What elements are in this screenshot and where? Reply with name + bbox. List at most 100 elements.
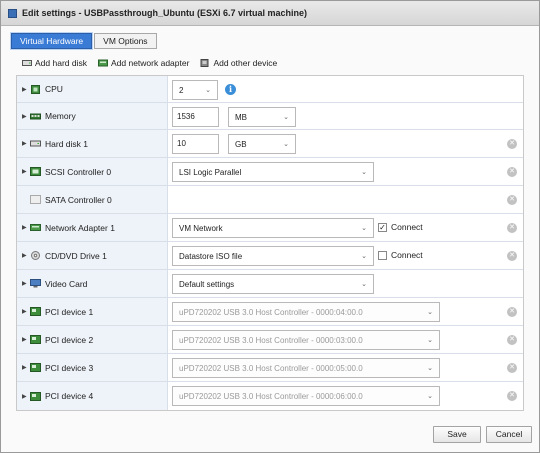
add-hard-disk-button[interactable]: Add hard disk — [22, 58, 87, 68]
device-label: Hard disk 1 — [45, 138, 88, 149]
remove-device-icon[interactable]: ✕ — [507, 139, 517, 149]
device-label: SCSI Controller 0 — [45, 166, 112, 177]
device-label: PCI device 4 — [45, 391, 94, 401]
pci-device-select[interactable]: uPD720202 USB 3.0 Host Controller - 0000… — [172, 386, 440, 406]
scsi-type-select[interactable]: LSI Logic Parallel ⌄ — [172, 162, 374, 182]
scsi-type-value: LSI Logic Parallel — [179, 167, 242, 177]
pci-device-value: uPD720202 USB 3.0 Host Controller - 0000… — [179, 363, 363, 373]
device-row-sata-controller: SATA Controller 0 ✕ — [17, 186, 523, 214]
expand-arrow-icon[interactable]: ▶ — [22, 364, 30, 371]
vm-window-icon — [8, 8, 17, 18]
chevron-down-icon: ⌄ — [427, 337, 433, 344]
chevron-down-icon: ⌄ — [283, 141, 289, 148]
remove-device-icon[interactable]: ✕ — [507, 251, 517, 261]
chevron-down-icon: ⌄ — [361, 225, 367, 232]
connect-label: Connect — [391, 222, 423, 232]
chevron-down-icon: ⌄ — [361, 253, 367, 260]
add-network-adapter-button[interactable]: Add network adapter — [97, 58, 190, 68]
window-title: Edit settings - USBPassthrough_Ubuntu (E… — [22, 8, 308, 18]
expand-arrow-icon[interactable]: ▶ — [22, 168, 30, 175]
hard-disk-size-input[interactable]: 10 — [172, 134, 219, 154]
expand-arrow-icon[interactable]: ▶ — [22, 252, 30, 259]
cpu-count-select[interactable]: 2 ⌄ — [172, 80, 218, 100]
add-other-device-button[interactable]: Add other device — [200, 58, 277, 68]
cd-dvd-icon — [31, 251, 40, 260]
hard-disk-unit-select[interactable]: GB ⌄ — [228, 134, 296, 154]
hard-disk-icon — [22, 60, 32, 66]
cpu-count-value: 2 — [179, 85, 184, 95]
expand-arrow-icon[interactable]: ▶ — [22, 86, 30, 93]
pci-device-select[interactable]: uPD720202 USB 3.0 Host Controller - 0000… — [172, 358, 440, 378]
network-select[interactable]: VM Network ⌄ — [172, 218, 374, 238]
device-label: CD/DVD Drive 1 — [45, 250, 107, 261]
chevron-down-icon: ⌄ — [427, 309, 433, 316]
checkbox-unchecked-icon — [378, 250, 387, 260]
tab-vm-options[interactable]: VM Options — [94, 33, 157, 49]
add-other-device-label: Add other device — [213, 58, 278, 68]
pci-device-value: uPD720202 USB 3.0 Host Controller - 0000… — [179, 391, 363, 401]
tab-virtual-hardware[interactable]: Virtual Hardware — [11, 33, 93, 49]
device-row-cdrom: ▶ CD/DVD Drive 1 Datastore ISO file ⌄ Co… — [17, 242, 523, 270]
device-row-pci-2: ▶ PCI device 2 uPD720202 USB 3.0 Host Co… — [17, 326, 523, 354]
remove-device-icon[interactable]: ✕ — [507, 335, 517, 345]
cdrom-connect-checkbox[interactable]: Connect — [378, 250, 423, 260]
expand-arrow-icon[interactable]: ▶ — [22, 140, 30, 147]
expand-arrow-icon[interactable]: ▶ — [22, 308, 30, 315]
remove-device-icon[interactable]: ✕ — [507, 167, 517, 177]
pci-device-icon — [30, 307, 41, 316]
chevron-down-icon: ⌄ — [283, 114, 289, 121]
pci-device-value: uPD720202 USB 3.0 Host Controller - 0000… — [179, 307, 363, 317]
hard-disk-icon — [30, 140, 41, 147]
chevron-down-icon: ⌄ — [361, 169, 367, 176]
cancel-button[interactable]: Cancel — [486, 426, 532, 443]
device-row-hard-disk: ▶ Hard disk 1 10 GB ⌄ ✕ — [17, 130, 523, 158]
memory-unit-select[interactable]: MB ⌄ — [228, 107, 296, 127]
chevron-down-icon: ⌄ — [427, 393, 433, 400]
hard-disk-unit-value: GB — [235, 139, 247, 149]
device-row-network-adapter: ▶ Network Adapter 1 VM Network ⌄ ✓ Conne… — [17, 214, 523, 242]
remove-device-icon[interactable]: ✕ — [507, 391, 517, 401]
expand-arrow-icon[interactable]: ▶ — [22, 336, 30, 343]
device-label: PCI device 2 — [45, 334, 94, 345]
network-adapter-icon — [30, 224, 41, 231]
sata-controller-icon — [30, 195, 41, 204]
remove-device-icon[interactable]: ✕ — [507, 307, 517, 317]
device-row-pci-3: ▶ PCI device 3 uPD720202 USB 3.0 Host Co… — [17, 354, 523, 382]
pci-device-select[interactable]: uPD720202 USB 3.0 Host Controller - 0000… — [172, 330, 440, 350]
pci-device-icon — [30, 363, 41, 372]
cdrom-source-select[interactable]: Datastore ISO file ⌄ — [172, 246, 374, 266]
add-network-adapter-label: Add network adapter — [110, 58, 190, 68]
device-row-scsi-controller: ▶ SCSI Controller 0 LSI Logic Parallel ⌄… — [17, 158, 523, 186]
network-value: VM Network — [179, 223, 223, 233]
remove-device-icon[interactable]: ✕ — [507, 223, 517, 233]
expand-arrow-icon[interactable]: ▶ — [22, 113, 30, 120]
memory-size-input[interactable]: 1536 — [172, 107, 219, 127]
chevron-down-icon: ⌄ — [361, 281, 367, 288]
device-row-video-card: ▶ Video Card Default settings ⌄ — [17, 270, 523, 298]
pci-device-icon — [30, 335, 41, 344]
checkbox-checked-icon: ✓ — [378, 222, 387, 232]
video-card-icon — [30, 279, 41, 288]
expand-arrow-icon[interactable]: ▶ — [22, 393, 30, 400]
remove-device-icon[interactable]: ✕ — [507, 363, 517, 373]
device-label: Memory — [45, 111, 76, 121]
expand-arrow-icon[interactable]: ▶ — [22, 280, 30, 287]
info-icon[interactable]: i — [225, 84, 236, 95]
video-settings-select[interactable]: Default settings ⌄ — [172, 274, 374, 294]
device-label: Video Card — [45, 278, 88, 289]
network-connect-checkbox[interactable]: ✓ Connect — [378, 222, 423, 232]
pci-device-select[interactable]: uPD720202 USB 3.0 Host Controller - 0000… — [172, 302, 440, 322]
device-row-pci-4: ▶ PCI device 4 uPD720202 USB 3.0 Host Co… — [17, 382, 523, 410]
expand-arrow-icon[interactable]: ▶ — [22, 224, 30, 231]
tab-bar: Virtual Hardware VM Options — [11, 33, 159, 49]
save-button[interactable]: Save — [433, 426, 481, 443]
chevron-down-icon: ⌄ — [427, 365, 433, 372]
remove-device-icon[interactable]: ✕ — [507, 195, 517, 205]
video-settings-value: Default settings — [179, 279, 235, 289]
pci-device-value: uPD720202 USB 3.0 Host Controller - 0000… — [179, 335, 363, 345]
add-device-toolbar: Add hard disk Add network adapter Add ot… — [22, 58, 288, 68]
device-label: PCI device 3 — [45, 362, 94, 373]
device-label: PCI device 1 — [45, 306, 94, 317]
scsi-controller-icon — [30, 167, 41, 176]
memory-icon — [30, 113, 41, 119]
